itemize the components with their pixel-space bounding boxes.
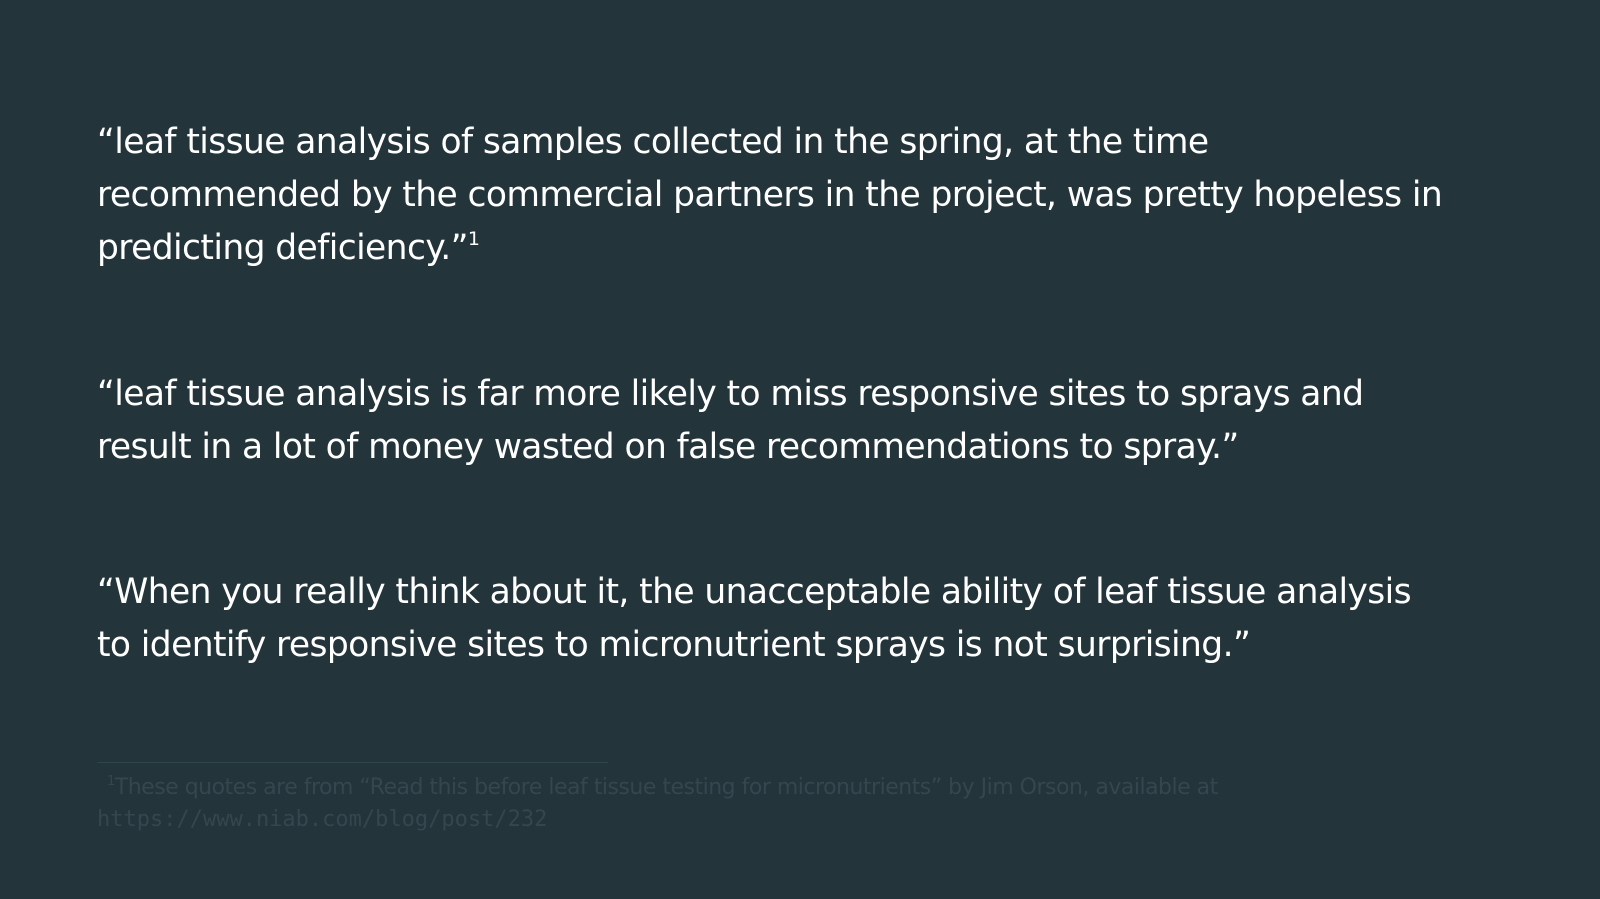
footnote-text: These quotes are from “Read this before …: [114, 775, 1219, 800]
footnote: 1These quotes are from “Read this before…: [97, 772, 1497, 836]
footnote-divider: [97, 762, 608, 763]
quote-1-line-3: predicting deficiency.”1: [97, 222, 1517, 275]
quote-3: “When you really think about it, the una…: [97, 566, 1517, 672]
quote-2-line-2: result in a lot of money wasted on false…: [97, 427, 1239, 467]
quote-3-line-1: “When you really think about it, the una…: [97, 572, 1412, 612]
quote-1-line-3-text: predicting deficiency.”: [97, 228, 468, 268]
quote-1: “leaf tissue analysis of samples collect…: [97, 116, 1517, 275]
quote-3-line-2: to identify responsive sites to micronut…: [97, 625, 1251, 665]
quote-2-line-1: “leaf tissue analysis is far more likely…: [97, 374, 1364, 414]
slide: “leaf tissue analysis of samples collect…: [0, 0, 1600, 899]
quote-1-line-2: recommended by the commercial partners i…: [97, 175, 1443, 215]
footnote-mark: 1: [107, 774, 115, 789]
footnote-reference[interactable]: 1: [468, 228, 480, 250]
quote-1-line-1: “leaf tissue analysis of samples collect…: [97, 122, 1209, 162]
footnote-url-link[interactable]: https://www.niab.com/blog/post/232: [97, 804, 1497, 836]
quote-2: “leaf tissue analysis is far more likely…: [97, 368, 1517, 474]
